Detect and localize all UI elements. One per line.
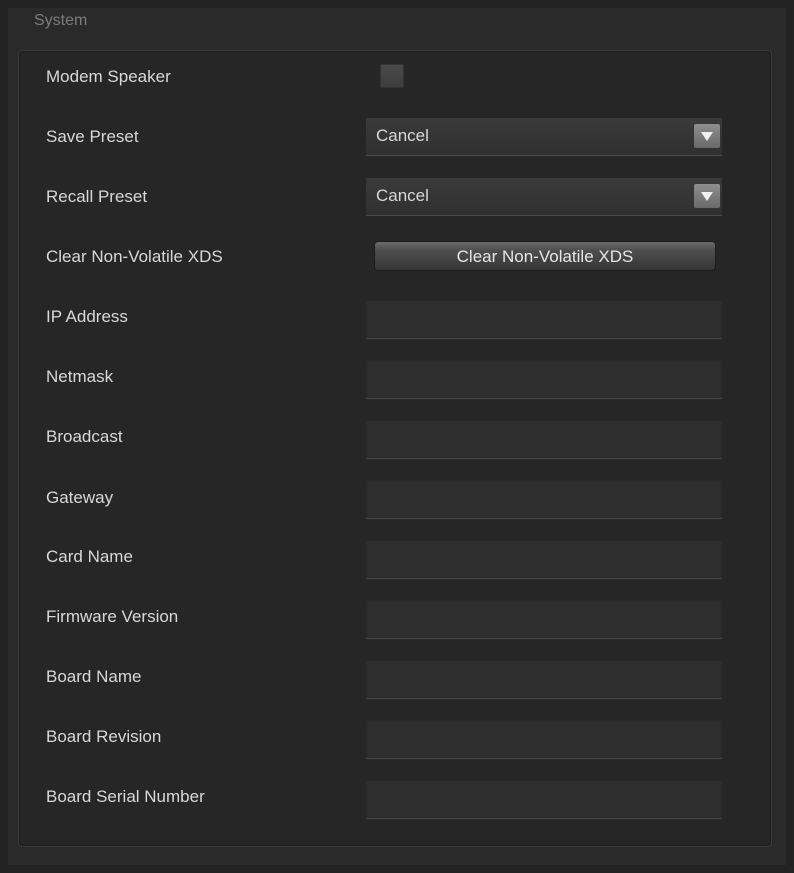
- firmware-version-field[interactable]: [366, 599, 722, 639]
- broadcast-field[interactable]: [366, 419, 722, 459]
- ip-address-label: IP Address: [46, 307, 128, 326]
- group-title: System: [30, 12, 92, 30]
- clear-xds-button[interactable]: Clear Non-Volatile XDS: [374, 241, 716, 271]
- firmware-version-label: Firmware Version: [46, 607, 179, 626]
- chevron-down-icon[interactable]: [694, 184, 720, 208]
- recall-preset-label: Recall Preset: [46, 187, 148, 206]
- gateway-label: Gateway: [46, 488, 114, 507]
- board-serial-number-field[interactable]: [366, 779, 722, 819]
- modem-speaker-checkbox[interactable]: [380, 64, 404, 88]
- netmask-label: Netmask: [46, 367, 114, 386]
- recall-preset-value: Cancel: [376, 186, 429, 205]
- save-preset-dropdown[interactable]: Cancel: [366, 118, 722, 156]
- recall-preset-dropdown[interactable]: Cancel: [366, 178, 722, 216]
- modem-speaker-label: Modem Speaker: [46, 67, 171, 86]
- board-name-field[interactable]: [366, 659, 722, 699]
- board-revision-label: Board Revision: [46, 727, 162, 746]
- gateway-field[interactable]: [366, 479, 722, 519]
- board-serial-number-label: Board Serial Number: [46, 787, 205, 806]
- board-revision-field[interactable]: [366, 719, 722, 759]
- clear-xds-label: Clear Non-Volatile XDS: [46, 247, 223, 266]
- card-name-field[interactable]: [366, 539, 722, 579]
- chevron-down-icon[interactable]: [694, 124, 720, 148]
- save-preset-label: Save Preset: [46, 127, 139, 146]
- save-preset-value: Cancel: [376, 126, 429, 145]
- netmask-field[interactable]: [366, 359, 722, 399]
- broadcast-label: Broadcast: [46, 427, 123, 446]
- card-name-label: Card Name: [46, 547, 133, 566]
- board-name-label: Board Name: [46, 667, 142, 686]
- ip-address-field[interactable]: [366, 299, 722, 339]
